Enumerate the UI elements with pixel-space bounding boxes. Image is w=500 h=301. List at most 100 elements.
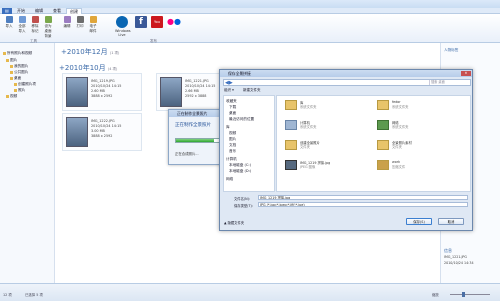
tree-item[interactable]: 库 [226,125,230,130]
folder-icon [6,58,9,62]
print-button[interactable]: 打印 [75,16,85,29]
tree-item[interactable]: 收藏夹 [226,99,237,104]
save-type-label: 保存类型(T): [234,204,253,208]
flickr-icon: ●● [167,16,181,28]
nav-item-create[interactable]: 创建照片项 [14,82,36,87]
tree-item[interactable]: 文档 [229,143,236,148]
folder-icon [6,94,9,98]
info-title: 信息 [444,248,452,253]
save-type-select[interactable]: JPG (*.jpg;*.jpeg;*.jfif;*.jpe) [258,202,468,207]
folder-icon [377,140,389,150]
pencil-icon [63,16,71,23]
windows-live-icon [116,16,128,28]
image-file-icon [285,160,297,170]
import-all-button[interactable]: 全部导入 [17,16,27,34]
cancel-button[interactable]: 取消 [438,218,464,225]
flickr-button[interactable]: ●● [166,16,181,29]
title-bar [0,0,500,8]
nav-item-public-pictures[interactable]: 公共图片 [10,70,28,75]
folder-icon [10,70,13,74]
tree-item[interactable]: 图片 [229,137,236,142]
save-as-dialog: 保存全景拼接 ✕ ◀▶ 搜索 桌面 组织 ▾ 新建文件夹 收藏夹 下载 桌面 最… [219,69,473,231]
network-icon [377,120,389,130]
archive-icon [377,160,389,170]
import-icon [5,16,13,23]
hide-folders-toggle[interactable]: ▲ 隐藏文件夹 [224,220,244,225]
tree-item[interactable]: 桌面 [229,111,236,116]
set-background-button[interactable]: 设为桌面背景 [43,16,53,39]
computer-icon [285,120,297,130]
windows-live-button[interactable]: Windows Live [115,16,131,37]
youtube-icon: You [151,16,163,28]
tree-item[interactable]: 视频 [229,131,236,136]
tree-item[interactable]: 计算机 [226,157,237,162]
tree-item[interactable]: 网络 [226,177,233,182]
save-dialog-title: 保存全景拼接 [220,70,472,77]
progress-status: 正在合成照片... [175,152,199,156]
save-button[interactable]: 保存(S) [406,218,432,225]
group-header-dec[interactable]: +2010年12月 (1 项) [61,47,119,57]
organize-button[interactable]: 组织 ▾ [224,88,234,93]
remove-icon [31,16,39,23]
folder-icon [14,88,17,92]
photo-thumbnail [160,77,182,107]
facebook-button[interactable]: f [134,16,148,29]
address-bar[interactable]: ◀▶ 搜索 桌面 [223,79,471,86]
status-bar: 12 项 已选择 5 项 缩放 [0,283,500,301]
nav-item-pictures[interactable]: 图片 [6,58,17,63]
new-folder-button[interactable]: 新建文件夹 [243,88,261,93]
zoom-slider-thumb[interactable] [462,292,465,297]
email-button[interactable]: 电子邮件 [88,16,98,34]
tree-item[interactable]: 音乐 [229,149,236,154]
progress-fill [176,139,215,142]
desktop-icon [44,16,52,23]
nav-item-my-pictures[interactable]: 我的图片 [10,64,28,69]
photo-thumbnail [66,77,88,107]
image-stack-icon [18,16,26,23]
zoom-label: 缩放 [432,293,439,297]
remove-tag-button[interactable]: 移除标记 [30,16,40,34]
ribbon: 导入 全部导入 移除标记 设为桌面背景 编辑 打印 电子邮件 Windows L… [0,14,500,43]
email-icon [89,16,97,23]
folder-icon [285,140,297,150]
folder-icon [10,76,13,80]
nav-item-photos[interactable]: 照片 [14,88,25,93]
folder-tree: 收藏夹 下载 桌面 最近访问的位置 库 视频 图片 文档 音乐 计算机 本地磁盘… [223,95,275,192]
printer-icon [76,16,84,23]
edit-button[interactable]: 编辑 [62,16,72,29]
info-filename: IMG_1221.JPG [444,255,467,259]
filename-label: 文件名(N): [234,197,251,201]
navigation-pane: 所有照片和视频 图片 我的图片 公共图片 桌面 创建照片项 照片 视频 [0,43,55,283]
nav-item-videos[interactable]: 视频 [6,94,17,99]
status-item-count: 12 项 [3,293,12,297]
close-button[interactable]: ✕ [461,71,471,76]
photo-thumbnail [66,117,88,147]
tree-item[interactable]: 本地磁盘 (C:) [229,163,251,168]
photo-tile[interactable]: IMG_1222.JPG 2010/10/24 14:15 3.00 MB 38… [62,113,142,151]
folder-icon [10,64,13,68]
folder-icon [14,82,17,86]
youtube-button[interactable]: You [150,16,164,29]
user-folder-icon [377,100,389,110]
filename-field[interactable]: IMG_1219 拼接.jpg [258,195,468,200]
import-button[interactable]: 导入 [4,16,14,29]
status-selected: 已选择 5 项 [25,293,43,297]
file-list: 库系统文件夹 fedor 系统文件夹 计算机 系统文件夹 网络 系统文件夹 创建全景照… [276,95,471,192]
group-header-oct[interactable]: +2010年10月 (4 项) [59,63,117,73]
people-tag-label: 人物标签 [444,48,459,52]
folder-icon [285,100,297,110]
photo-tile[interactable]: IMG_1219.JPG 2010/10/24 14:15 2.60 MB 38… [62,73,142,111]
facebook-icon: f [135,16,147,28]
nav-item-all[interactable]: 所有照片和视频 [3,51,32,56]
info-date: 2010/10/24 14:34 [444,261,474,265]
nav-item-desktop[interactable]: 桌面 [10,76,21,81]
back-icon[interactable]: ◀▶ [225,80,233,86]
folder-icon [3,51,6,55]
tree-item[interactable]: 下载 [229,105,236,110]
progress-heading: 正在制作全景照片 [175,123,211,128]
tree-item[interactable]: 最近访问的位置 [229,117,254,122]
zoom-slider[interactable] [450,292,490,297]
dialog-toolbar: 组织 ▾ 新建文件夹 [223,88,471,94]
search-input[interactable]: 搜索 桌面 [429,80,469,85]
tree-item[interactable]: 本地磁盘 (D:) [229,169,251,174]
